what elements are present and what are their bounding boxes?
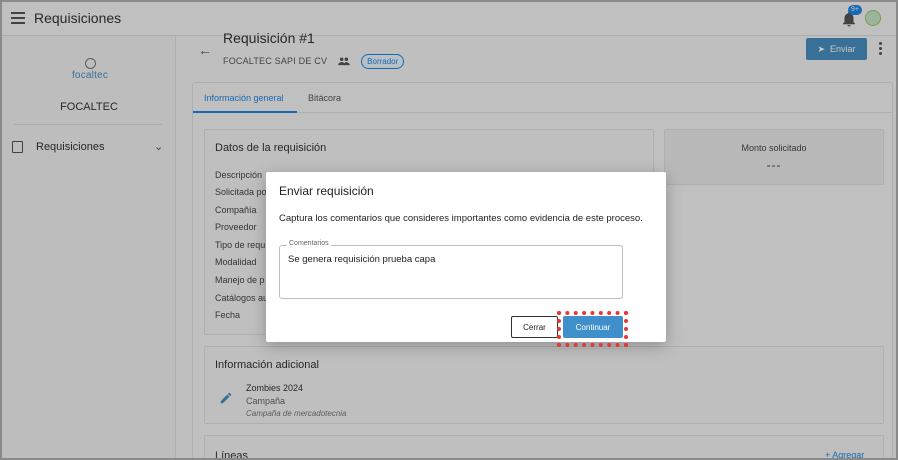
comments-field[interactable]: Comentarios Se genera requisición prueba… <box>279 240 623 299</box>
highlight-box <box>557 311 628 347</box>
comments-label: Comentarios <box>287 240 331 247</box>
dialog-text: Captura los comentarios que consideres i… <box>279 213 643 224</box>
dialog-title: Enviar requisición <box>279 184 374 198</box>
close-button[interactable]: Cerrar <box>511 316 558 338</box>
comments-value: Se genera requisición prueba capa <box>288 254 436 265</box>
app-window: Requisiciones 9+ focaltec FOCALTEC Requi… <box>0 0 898 460</box>
